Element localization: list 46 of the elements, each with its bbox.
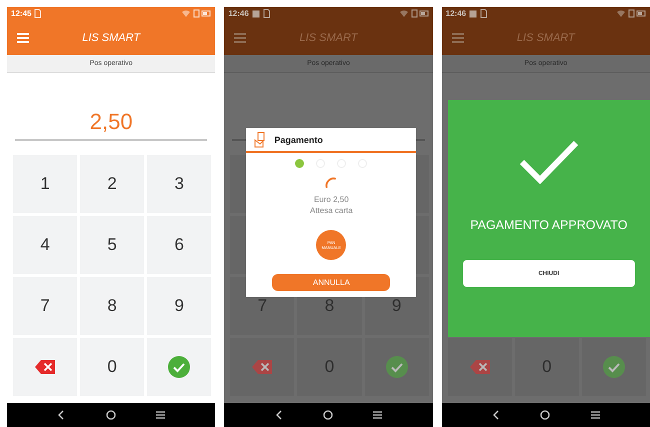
menu-icon[interactable] [156,411,166,419]
dialog-title: Pagamento [274,135,323,145]
status-icons [616,9,646,18]
keypad-key[interactable]: 8 [80,277,144,335]
dialog-text: Euro 2,50 [314,194,349,205]
sd-card-icon [262,9,270,18]
keypad-key[interactable]: 9 [147,277,212,335]
keypad-key[interactable]: 1 [13,155,78,213]
back-icon[interactable] [57,410,66,420]
backspace-icon[interactable] [35,360,56,374]
menu-icon[interactable] [590,411,600,419]
image-icon [469,10,478,18]
confirm-icon[interactable] [168,356,190,378]
sd-card-icon [480,9,488,18]
amount-display: 2,50 [90,109,133,135]
backspace-icon[interactable] [470,360,490,374]
keypad-key[interactable]: 7 [13,277,78,335]
loading-spinner-icon [324,176,338,190]
home-icon[interactable] [322,410,333,420]
status-icons [181,9,212,18]
app-title: LIS SMART [81,32,142,44]
back-icon[interactable] [274,410,283,420]
sd-card-icon [34,9,42,18]
home-icon[interactable] [106,410,116,420]
confirm-icon[interactable] [386,356,408,378]
keypad-key[interactable]: 0 [80,338,144,396]
image-icon [252,10,260,18]
back-icon[interactable] [492,410,500,420]
home-icon[interactable] [540,410,550,420]
keypad-key[interactable]: 2 [80,155,144,213]
keypad-key[interactable]: 5 [80,216,144,274]
status-time: 12:46 [446,9,466,18]
keypad-key[interactable]: 3 [147,155,212,213]
dialog-text: Attesa carta [310,205,353,216]
keypad-key[interactable]: 6 [147,216,212,274]
checkmark-icon [518,140,579,184]
keypad-key[interactable]: 4 [13,216,78,274]
backspace-icon[interactable] [252,360,272,374]
app-title: LIS SMART [298,32,359,44]
status-time: 12:46 [228,9,249,18]
result-message: PAGAMENTO APPROVATO [470,218,628,232]
status-icons [398,9,429,18]
confirm-icon[interactable] [602,356,625,378]
app-title: LIS SMART [516,32,576,44]
status-time: 12:45 [11,9,32,18]
menu-icon[interactable] [373,411,382,419]
